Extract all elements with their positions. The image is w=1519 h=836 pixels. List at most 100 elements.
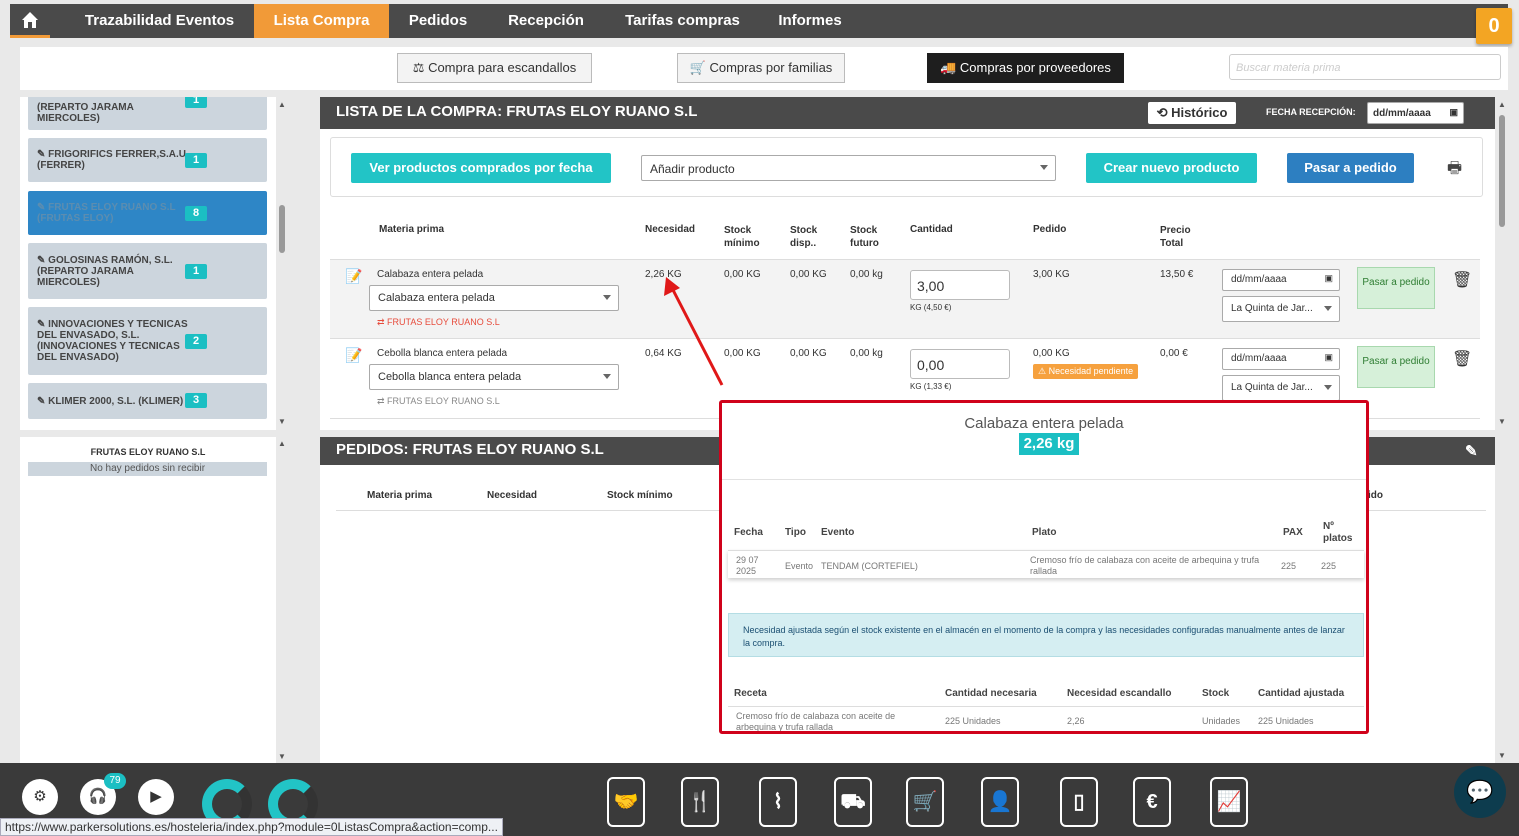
compras-familias-button[interactable]: 🛒 Compras por familias [677,53,845,83]
compras-proveedores-button[interactable]: 🚚 Compras por proveedores [927,53,1124,83]
popup-nplatos: 225 [1321,561,1337,571]
play-icon[interactable]: ▶ [138,779,174,815]
supplier-item[interactable]: ✎ INNOVACIONES Y TECNICAS DEL ENVASADO, … [28,307,267,375]
supplier-name: ✎ KLIMER 2000, S.L. (KLIMER) [37,396,183,407]
product-select[interactable]: Calabaza entera pelada [369,285,619,311]
necesidad-popup: Calabaza entera pelada 2,26 kg Fecha Tip… [719,400,1369,734]
scale-icon: ⚖ [412,60,429,75]
pasar-pedido-row-button[interactable]: Pasar a pedido [1357,267,1435,309]
orders-col-stock-min: Stock mínimo [607,490,673,501]
quantity-sub: KG (1,33 €) [910,382,952,391]
row-necesidad[interactable]: 2,26 KG [645,269,682,280]
tab-lista-compra[interactable]: Lista Compra [254,4,389,38]
home-tab[interactable] [10,4,50,38]
popup-pax: 225 [1281,561,1297,571]
cutlery-icon[interactable]: 🍴 [681,777,719,827]
col-cantidad: Cantidad [910,224,953,235]
supplier-item[interactable]: (REPARTO JARAMA MIERCOLES) 1 [28,97,267,130]
whisk-icon[interactable]: ⌇ [759,777,797,827]
fecha-input[interactable]: dd/mm/aaaa ▣ [1367,102,1464,124]
pasar-pedido-row-button[interactable]: Pasar a pedido [1357,346,1435,388]
popup-col-nec-esc: Necesidad escandallo [1067,688,1172,699]
search-input[interactable]: Buscar materia prima [1229,54,1501,80]
tab-pedidos[interactable]: Pedidos [394,4,482,38]
supplier-name: ✎ FRUTAS ELOY RUANO S.L (FRUTAS ELOY) [37,202,197,224]
orders-scrollbar[interactable]: ▲ ▼ [276,437,288,763]
compras-proveedores-label: Compras por proveedores [959,60,1111,75]
chat-icon[interactable]: 💬 [1454,766,1506,818]
swap-icon: ⇄ [377,396,388,406]
scroll-thumb[interactable] [1499,115,1505,227]
popup-col-tipo: Tipo [785,527,806,538]
location-select[interactable]: La Quinta de Jar... [1222,375,1340,401]
cart-count-badge[interactable]: 0 [1476,8,1512,44]
popup-plato: Cremoso frío de calabaza con aceite de a… [1030,555,1260,576]
scroll-down-icon[interactable]: ▼ [1498,751,1506,760]
ver-productos-button[interactable]: Ver productos comprados por fecha [351,153,611,183]
crear-producto-button[interactable]: Crear nuevo producto [1086,153,1257,183]
location-select[interactable]: La Quinta de Jar... [1222,296,1340,322]
settings-icon[interactable]: ⚙ [22,779,58,815]
popup-col-receta: Receta [734,688,767,699]
quantity-input[interactable]: 0,00 [910,349,1010,379]
tab-informes[interactable]: Informes [765,4,855,38]
edit-note-icon[interactable]: 📝 [345,268,362,285]
cart-book-icon[interactable]: 🛒 [906,777,944,827]
supplier-count: 3 [185,393,207,408]
quantity-sub: KG (4,50 €) [910,303,952,312]
supplier-item[interactable]: ✎ KLIMER 2000, S.L. (KLIMER) 3 [28,383,267,419]
add-product-select[interactable]: Añadir producto [641,155,1056,181]
swap-icon: ⇄ [377,317,388,327]
row-necesidad[interactable]: 0,64 KG [645,348,682,359]
edit-note-icon[interactable]: 📝 [345,347,362,364]
supplier-item-selected[interactable]: ✎ FRUTAS ELOY RUANO S.L (FRUTAS ELOY) 8 [28,191,267,235]
product-select[interactable]: Cebolla blanca entera pelada [369,364,619,390]
supplier-name-text: KLIMER 2000, S.L. (KLIMER) [48,395,184,407]
list-title: LISTA DE LA COMPRA: FRUTAS ELOY RUANO S.… [336,103,698,120]
print-icon[interactable]: 🖶 [1447,157,1462,184]
popup-row: 29 07 2025 Evento TENDAM (CORTEFIEL) Cre… [728,550,1364,578]
dolly-icon[interactable]: ⛟ [834,777,872,827]
supplier-item[interactable]: ✎ GOLOSINAS RAMÓN, S.L. (REPARTO JARAMA … [28,243,267,299]
scroll-up-icon[interactable]: ▲ [278,439,286,448]
mobile-icon[interactable]: ▯ [1060,777,1098,827]
no-orders-text: No hay pedidos sin recibir [28,462,267,476]
scroll-up-icon[interactable]: ▲ [278,100,286,109]
popup-fecha: 29 07 2025 [736,555,759,576]
contacts-icon[interactable]: 👤 [981,777,1019,827]
supplier-orders-panel: FRUTAS ELOY RUANO S.L No hay pedidos sin… [20,437,288,763]
list-scrollbar[interactable]: ▲ ▼ [1496,97,1508,430]
row-supplier: ⇄ FRUTAS ELOY RUANO S.L [377,396,500,407]
supplier-scrollbar[interactable]: ▲ ▼ [276,97,288,430]
tab-tarifas[interactable]: Tarifas compras [610,4,755,38]
historico-button[interactable]: ⟲ Histórico [1148,102,1236,124]
tab-trazabilidad[interactable]: Trazabilidad Eventos [68,4,251,38]
orders-scrollbar-right[interactable]: ▼ [1496,437,1508,763]
handshake-icon[interactable]: 🤝 [607,777,645,827]
table-row: 📝 Calabaza entera pelada Calabaza entera… [330,259,1480,338]
pencil-icon[interactable]: ✎ [1465,442,1478,460]
scroll-up-icon[interactable]: ▲ [1498,100,1506,109]
euro-icon[interactable]: € [1133,777,1171,827]
supplier-item[interactable]: ✎ FRIGORIFICS FERRER,S.A.U. (FERRER) 1 [28,138,267,182]
compra-escandallos-button[interactable]: ⚖ Compra para escandallos [397,53,592,83]
quantity-input[interactable]: 3,00 [910,270,1010,300]
chevron-down-icon [603,295,611,300]
scroll-down-icon[interactable]: ▼ [278,417,286,426]
date-input[interactable]: dd/mm/aaaa ▣ [1222,269,1340,291]
tab-recepcion[interactable]: Recepción [490,4,602,38]
date-input-text: dd/mm/aaaa [1231,274,1287,285]
date-input[interactable]: dd/mm/aaaa ▣ [1222,348,1340,370]
chart-icon[interactable]: 📈 [1210,777,1248,827]
scroll-down-icon[interactable]: ▼ [1498,417,1506,426]
pending-warning-text: Necesidad pendiente [1048,366,1134,376]
trash-icon[interactable]: 🗑 [1452,270,1472,290]
popup-col-cant-aj: Cantidad ajustada [1258,688,1345,699]
col-materia: Materia prima [379,224,445,235]
list-toolbar: Ver productos comprados por fecha Añadir… [330,137,1483,197]
scroll-down-icon[interactable]: ▼ [278,752,286,761]
scroll-thumb[interactable] [279,205,285,253]
pasar-pedido-button[interactable]: Pasar a pedido [1287,153,1414,183]
trash-icon[interactable]: 🗑 [1452,349,1472,369]
historico-label: Histórico [1171,105,1228,120]
